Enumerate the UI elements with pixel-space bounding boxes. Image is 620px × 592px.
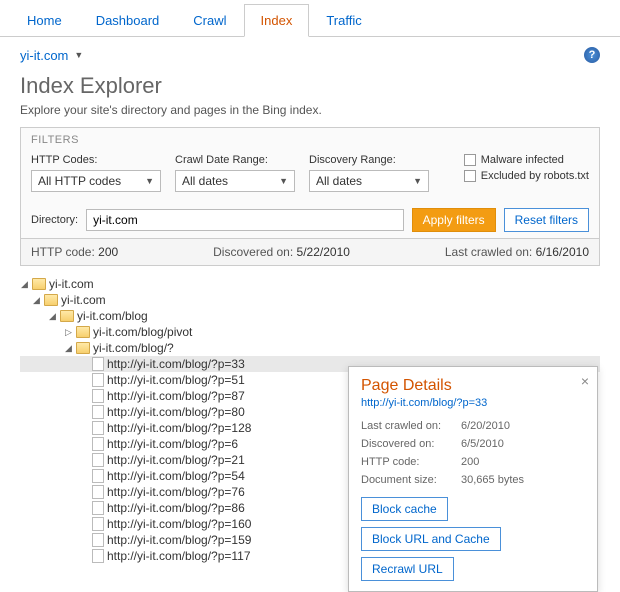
crawl-range-label: Crawl Date Range: xyxy=(175,154,295,166)
tab-home[interactable]: Home xyxy=(10,4,79,36)
page-icon xyxy=(92,517,104,531)
directory-input[interactable] xyxy=(86,209,404,231)
discovery-range-label: Discovery Range: xyxy=(309,154,429,166)
tree-node[interactable]: ▷yi-it.com/blog/pivot xyxy=(20,324,600,340)
chevron-down-icon: ▼ xyxy=(413,176,422,186)
malware-checkbox[interactable]: Malware infected xyxy=(464,154,589,166)
chevron-down-icon: ▼ xyxy=(279,176,288,186)
http-codes-select[interactable]: All HTTP codes▼ xyxy=(31,170,161,192)
popup-url[interactable]: http://yi-it.com/blog/?p=33 xyxy=(361,397,585,409)
tab-index[interactable]: Index xyxy=(244,4,310,37)
robots-checkbox[interactable]: Excluded by robots.txt xyxy=(464,170,589,182)
folder-icon xyxy=(44,294,58,306)
filters-panel: FILTERS HTTP Codes: All HTTP codes▼ Craw… xyxy=(20,127,600,239)
page-icon xyxy=(92,469,104,483)
folder-icon xyxy=(32,278,46,290)
page-icon xyxy=(92,549,104,563)
page-details-popup: × Page Details http://yi-it.com/blog/?p=… xyxy=(348,366,598,592)
site-select-label: yi-it.com xyxy=(20,48,68,63)
folder-icon xyxy=(76,326,90,338)
recrawl-url-button[interactable]: Recrawl URL xyxy=(361,557,454,581)
page-icon xyxy=(92,453,104,467)
block-url-cache-button[interactable]: Block URL and Cache xyxy=(361,527,501,551)
apply-filters-button[interactable]: Apply filters xyxy=(412,208,496,232)
page-icon xyxy=(92,421,104,435)
chevron-down-icon: ▼ xyxy=(145,176,154,186)
page-icon xyxy=(92,533,104,547)
page-icon xyxy=(92,373,104,387)
chevron-down-icon: ▼ xyxy=(74,50,83,60)
tab-traffic[interactable]: Traffic xyxy=(309,4,378,36)
info-row: HTTP code: 200 Discovered on: 5/22/2010 … xyxy=(20,239,600,266)
main-tabs: Home Dashboard Crawl Index Traffic xyxy=(0,0,620,37)
directory-label: Directory: xyxy=(31,214,78,226)
page-icon xyxy=(92,485,104,499)
discovery-range-select[interactable]: All dates▼ xyxy=(309,170,429,192)
page-subtitle: Explore your site's directory and pages … xyxy=(0,103,620,127)
folder-icon xyxy=(60,310,74,322)
checkbox-icon xyxy=(464,154,476,166)
crawl-range-select[interactable]: All dates▼ xyxy=(175,170,295,192)
filters-header: FILTERS xyxy=(21,128,599,152)
popup-title: Page Details xyxy=(361,377,585,395)
http-codes-label: HTTP Codes: xyxy=(31,154,161,166)
site-select[interactable]: yi-it.com ▼ xyxy=(20,48,83,63)
page-icon xyxy=(92,405,104,419)
tree-node[interactable]: ◢yi-it.com/blog xyxy=(20,308,600,324)
help-icon[interactable]: ? xyxy=(584,47,600,63)
folder-icon xyxy=(76,342,90,354)
reset-filters-button[interactable]: Reset filters xyxy=(504,208,589,232)
tab-dashboard[interactable]: Dashboard xyxy=(79,4,177,36)
page-icon xyxy=(92,437,104,451)
close-icon[interactable]: × xyxy=(581,373,589,389)
page-icon xyxy=(92,357,104,371)
tree-node[interactable]: ◢yi-it.com/blog/? xyxy=(20,340,600,356)
page-icon xyxy=(92,501,104,515)
block-cache-button[interactable]: Block cache xyxy=(361,497,448,521)
page-icon xyxy=(92,389,104,403)
checkbox-icon xyxy=(464,170,476,182)
tree-node[interactable]: ◢yi-it.com xyxy=(20,292,600,308)
page-title: Index Explorer xyxy=(0,73,620,103)
tab-crawl[interactable]: Crawl xyxy=(176,4,243,36)
tree-node[interactable]: ◢yi-it.com xyxy=(20,276,600,292)
